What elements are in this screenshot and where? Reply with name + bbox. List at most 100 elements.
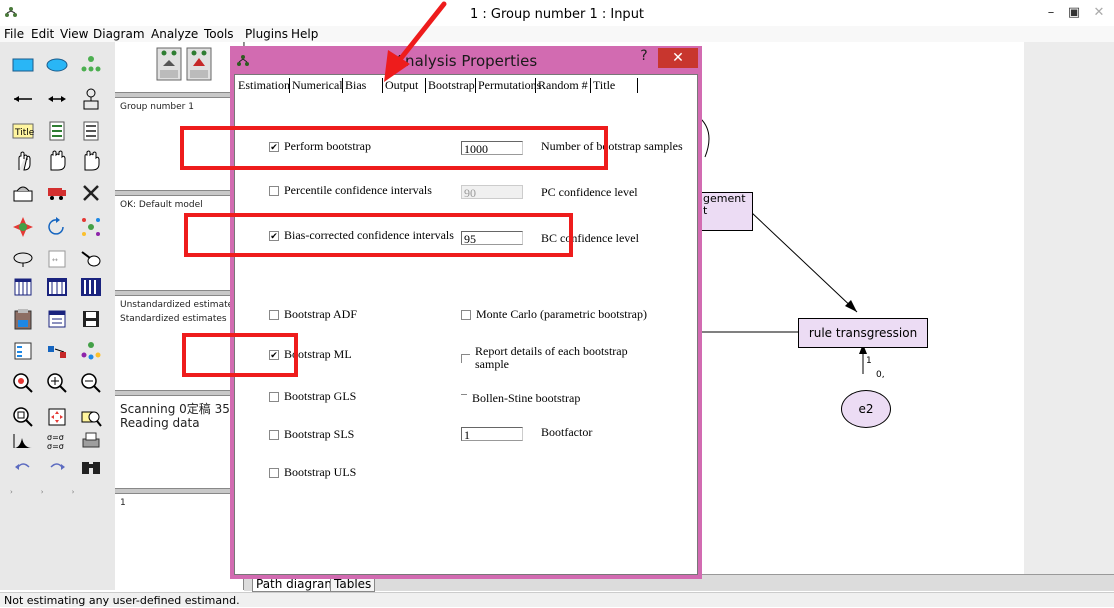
figure-caption-icon[interactable]: Title	[10, 118, 36, 144]
change-shape-icon[interactable]	[10, 214, 36, 240]
menu-edit[interactable]: Edit	[31, 26, 54, 42]
bootstrap-gls-checkbox[interactable]	[269, 392, 279, 402]
move-parameter-icon[interactable]	[10, 246, 36, 272]
analysis-properties-icon[interactable]	[44, 274, 70, 300]
copy-clipboard-icon[interactable]	[10, 306, 36, 332]
tab-estimation[interactable]: Estimation	[238, 78, 290, 93]
select-data-files-icon[interactable]	[10, 274, 36, 300]
touch-up-icon[interactable]	[78, 246, 104, 272]
percentile-ci-checkbox[interactable]	[269, 186, 279, 196]
dialog-close-button[interactable]: ✕	[658, 48, 698, 68]
view-output-icon[interactable]	[185, 46, 213, 82]
move-objects-icon[interactable]	[44, 180, 70, 206]
view-text-icon[interactable]	[44, 306, 70, 332]
model-list-item[interactable]: OK: Default model	[120, 200, 203, 210]
monte-carlo-option[interactable]: Monte Carlo (parametric bootstrap)	[461, 307, 647, 322]
redo-icon[interactable]	[44, 454, 70, 480]
pc-level-label: PC confidence level	[541, 185, 638, 199]
percentile-ci-label: Percentile confidence intervals	[284, 183, 432, 197]
dialog-tab-row: Estimation Numerical Bias Output Bootstr…	[235, 75, 697, 95]
bootstrap-sls-checkbox[interactable]	[269, 430, 279, 440]
draw-path-icon[interactable]	[10, 86, 36, 112]
menu-bar: File Edit View Diagram Analyze Tools Plu…	[0, 26, 1114, 42]
select-all-objects-icon[interactable]	[44, 148, 70, 174]
print-diagram-icon[interactable]	[78, 428, 104, 454]
menu-plugins[interactable]: Plugins	[245, 26, 288, 42]
object-properties-icon[interactable]	[10, 338, 36, 364]
save-diagram-icon[interactable]	[78, 306, 104, 332]
tab-title[interactable]: Title	[590, 78, 639, 93]
path-arrow-to-rule	[750, 211, 858, 313]
panel-divider	[115, 290, 243, 296]
tab-numerical[interactable]: Numerical	[289, 78, 343, 93]
estimates-unstandardized[interactable]: Unstandardized estimates	[120, 300, 238, 310]
reflect-indicators-icon[interactable]	[78, 214, 104, 240]
zoom-out-icon[interactable]	[78, 370, 104, 396]
report-details-option[interactable]: Report details of each bootstrap sample	[461, 345, 628, 371]
specification-search-icon[interactable]: σ=σ σ=σ	[44, 428, 70, 454]
monte-carlo-checkbox[interactable]	[461, 310, 471, 320]
undo-icon[interactable]	[10, 454, 36, 480]
bollen-stine-checkbox[interactable]	[461, 394, 467, 403]
bootstrap-adf-option[interactable]: Bootstrap ADF	[269, 307, 357, 322]
binoculars-icon[interactable]	[78, 454, 104, 480]
menu-file[interactable]: File	[4, 26, 24, 42]
preserve-symmetries-icon[interactable]	[78, 338, 104, 364]
highlight-bias-corrected	[184, 213, 573, 257]
view-input-icon[interactable]	[155, 46, 183, 82]
draw-covariance-icon[interactable]	[44, 86, 70, 112]
drag-properties-icon[interactable]	[44, 338, 70, 364]
degrees-of-freedom-icon[interactable]	[10, 428, 36, 454]
tab-permutations[interactable]: Permutations	[475, 78, 541, 93]
scroll-icon[interactable]: ↔	[44, 246, 70, 272]
menu-diagram[interactable]: Diagram	[93, 26, 145, 42]
menu-tools[interactable]: Tools	[204, 26, 234, 42]
tool-palette: Title ↔ σ=σ σ=σ ›››	[0, 42, 116, 590]
duplicate-objects-icon[interactable]	[10, 180, 36, 206]
menu-analyze[interactable]: Analyze	[151, 26, 198, 42]
close-window-button[interactable]: ✕	[1088, 4, 1110, 22]
right-margin	[1024, 42, 1114, 590]
list-variables-dataset-icon[interactable]	[78, 118, 104, 144]
group-list-item[interactable]: Group number 1	[120, 102, 194, 112]
deselect-all-icon[interactable]	[78, 148, 104, 174]
percentile-ci-option[interactable]: Percentile confidence intervals	[269, 183, 432, 198]
maximize-button[interactable]: ▣	[1063, 4, 1085, 22]
bootstrap-gls-label: Bootstrap GLS	[284, 389, 357, 403]
bootfactor-input[interactable]: 1	[461, 427, 523, 442]
tab-bias[interactable]: Bias	[342, 78, 366, 93]
erase-objects-icon[interactable]	[78, 180, 104, 206]
bollen-stine-option[interactable]: Bollen-Stine bootstrap	[461, 391, 580, 406]
bootstrap-gls-option[interactable]: Bootstrap GLS	[269, 389, 356, 404]
scan-log-line: Scanning 0定稿 350	[120, 402, 238, 416]
zoom-selected-icon[interactable]	[10, 370, 36, 396]
bootstrap-uls-checkbox[interactable]	[269, 468, 279, 478]
zoom-in-icon[interactable]	[44, 370, 70, 396]
dialog-help-button[interactable]: ?	[636, 48, 652, 66]
report-details-checkbox[interactable]	[461, 354, 470, 363]
minimize-button[interactable]: –	[1040, 4, 1062, 22]
fit-to-page-icon[interactable]	[44, 404, 70, 430]
tab-random-seed[interactable]: Random #	[535, 78, 588, 93]
magnifier-icon[interactable]	[78, 404, 104, 430]
annotation-arrow	[384, 1, 447, 82]
draw-unobserved-variable-icon[interactable]	[44, 52, 70, 78]
add-unique-variable-icon[interactable]	[78, 86, 104, 112]
estimates-standardized[interactable]: Standardized estimates	[120, 314, 227, 324]
menu-view[interactable]: View	[60, 26, 88, 42]
e2-error-node[interactable]: e2	[841, 390, 891, 428]
latent-node-partial[interactable]: gement t	[700, 192, 753, 231]
draw-observed-variable-icon[interactable]	[10, 52, 36, 78]
bootstrap-uls-option[interactable]: Bootstrap ULS	[269, 465, 356, 480]
menu-help[interactable]: Help	[291, 26, 318, 42]
list-variables-model-icon[interactable]	[44, 118, 70, 144]
select-one-object-icon[interactable]	[10, 148, 36, 174]
rule-transgression-node[interactable]: rule transgression	[798, 318, 928, 348]
rotate-indicators-icon[interactable]	[44, 214, 70, 240]
bootstrap-sls-option[interactable]: Bootstrap SLS	[269, 427, 354, 442]
pc-level-input[interactable]: 90	[461, 185, 523, 200]
calculate-estimates-icon[interactable]	[78, 274, 104, 300]
draw-latent-indicator-icon[interactable]	[78, 52, 104, 78]
zoom-page-icon[interactable]	[10, 404, 36, 430]
bootstrap-adf-checkbox[interactable]	[269, 310, 279, 320]
